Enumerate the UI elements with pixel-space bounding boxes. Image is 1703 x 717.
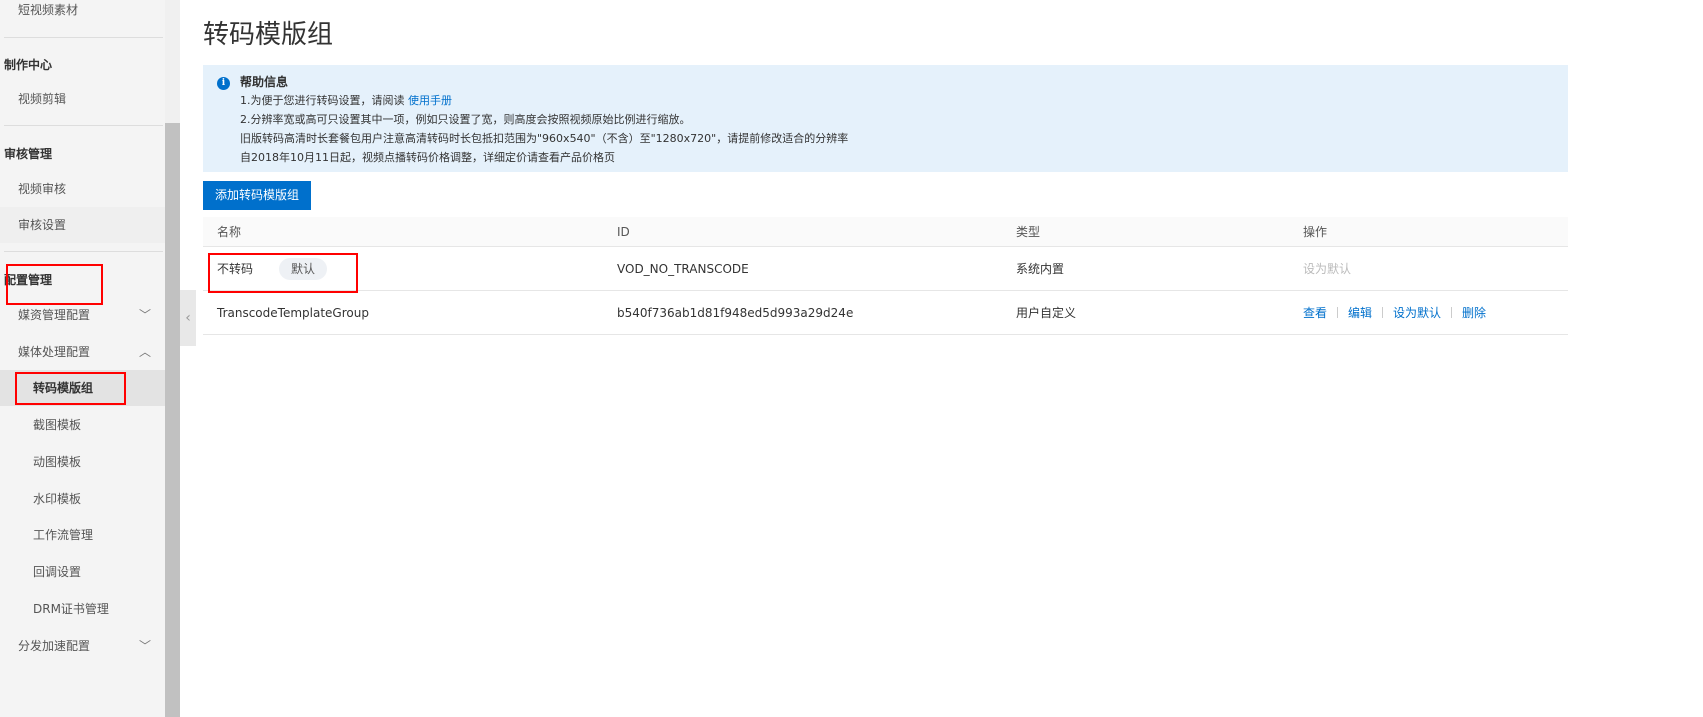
highlight-box-config bbox=[6, 264, 103, 305]
header-id: ID bbox=[617, 224, 630, 239]
sidebar-item-video-review[interactable]: 视频审核 bbox=[0, 171, 165, 207]
divider bbox=[4, 251, 163, 252]
sidebar-item-review-settings[interactable]: 审核设置 bbox=[0, 207, 165, 243]
chevron-down-icon: ﹀ bbox=[138, 308, 151, 322]
sidebar-item-watermark-template[interactable]: 水印模板 bbox=[0, 481, 165, 517]
info-icon: i bbox=[217, 77, 230, 90]
edit-link[interactable]: 编辑 bbox=[1348, 304, 1372, 321]
transcode-group-table: 名称 ID 类型 操作 不转码 默认 VOD_NO_TRANSCODE 系统内置 … bbox=[203, 217, 1568, 335]
sidebar-item-short-video[interactable]: 短视频素材 bbox=[0, 0, 165, 28]
chevron-down-icon: ﹀ bbox=[138, 639, 151, 653]
separator bbox=[1337, 307, 1339, 318]
sidebar-item-video-edit[interactable]: 视频剪辑 bbox=[0, 81, 165, 117]
sidebar: 短视频素材 制作中心 视频剪辑 审核管理 视频审核 审核设置 配置管理 媒资管理… bbox=[0, 0, 165, 717]
help-title: 帮助信息 bbox=[240, 75, 289, 89]
help-line-3: 旧版转码高清时长套餐包用户注意高清转码时长包抵扣范围为"960x540"（不含）… bbox=[240, 132, 849, 145]
label: 媒体处理配置 bbox=[18, 345, 91, 359]
cell-id: VOD_NO_TRANSCODE bbox=[617, 261, 749, 276]
cell-name: TranscodeTemplateGroup bbox=[217, 305, 369, 320]
sidebar-item-workflow[interactable]: 工作流管理 bbox=[0, 517, 165, 553]
table-header: 名称 ID 类型 操作 bbox=[203, 217, 1568, 247]
separator bbox=[1382, 307, 1384, 318]
set-default-link[interactable]: 设为默认 bbox=[1393, 304, 1441, 321]
help-panel: i 帮助信息 1.为便于您进行转码设置，请阅读 使用手册 2.分辨率宽或高可只设… bbox=[203, 65, 1568, 172]
delete-link[interactable]: 删除 bbox=[1462, 304, 1486, 321]
cell-actions: 查看 编辑 设为默认 删除 bbox=[1303, 291, 1486, 334]
highlight-box-transcode-group bbox=[15, 372, 126, 405]
group-review: 审核管理 bbox=[4, 147, 53, 161]
cell-type: 系统内置 bbox=[1016, 262, 1065, 276]
help-text: 1.为便于您进行转码设置，请阅读 bbox=[240, 94, 408, 107]
highlight-box-no-transcode bbox=[208, 253, 358, 293]
sidebar-item-drm[interactable]: DRM证书管理 bbox=[0, 591, 165, 627]
divider bbox=[4, 37, 163, 38]
group-production: 制作中心 bbox=[4, 58, 53, 72]
sidebar-item-media-process-config[interactable]: 媒体处理配置 ︿ bbox=[0, 334, 165, 370]
help-line-1: 1.为便于您进行转码设置，请阅读 使用手册 bbox=[240, 91, 1568, 110]
scrollbar-thumb[interactable] bbox=[165, 123, 180, 717]
sidebar-item-cdn-config[interactable]: 分发加速配置 ﹀ bbox=[0, 628, 165, 664]
view-link[interactable]: 查看 bbox=[1303, 304, 1327, 321]
sidebar-item-snapshot-template[interactable]: 截图模板 bbox=[0, 407, 165, 443]
help-line-4: 自2018年10月11日起，视频点播转码价格调整，详细定价请查看产品价格页 bbox=[240, 151, 615, 164]
cell-actions: 设为默认 bbox=[1303, 247, 1351, 290]
set-default-button-disabled: 设为默认 bbox=[1303, 262, 1352, 276]
add-transcode-group-button[interactable]: 添加转码模版组 bbox=[203, 181, 311, 210]
header-actions: 操作 bbox=[1303, 225, 1328, 239]
table-row: 不转码 默认 VOD_NO_TRANSCODE 系统内置 设为默认 bbox=[203, 247, 1568, 291]
page-title: 转码模版组 bbox=[203, 20, 334, 50]
chevron-up-icon: ︿ bbox=[138, 345, 151, 359]
header-type: 类型 bbox=[1016, 225, 1041, 239]
cell-id: b540f736ab1d81f948ed5d993a29d24e bbox=[617, 305, 854, 320]
divider bbox=[4, 125, 163, 126]
chevron-left-icon: ‹ bbox=[185, 310, 191, 326]
table-row: TranscodeTemplateGroup b540f736ab1d81f94… bbox=[203, 291, 1568, 335]
label: 媒资管理配置 bbox=[18, 308, 91, 322]
label: 分发加速配置 bbox=[18, 639, 91, 653]
cell-type: 用户自定义 bbox=[1016, 306, 1077, 320]
help-line-2: 2.分辨率宽或高可只设置其中一项，例如只设置了宽，则高度会按照视频原始比例进行缩… bbox=[240, 113, 691, 126]
collapse-sidebar-button[interactable]: ‹ bbox=[180, 290, 196, 346]
sidebar-item-gif-template[interactable]: 动图模板 bbox=[0, 444, 165, 480]
sidebar-item-callback[interactable]: 回调设置 bbox=[0, 554, 165, 590]
separator bbox=[1451, 307, 1453, 318]
header-name: 名称 bbox=[217, 225, 242, 239]
manual-link[interactable]: 使用手册 bbox=[408, 94, 452, 107]
